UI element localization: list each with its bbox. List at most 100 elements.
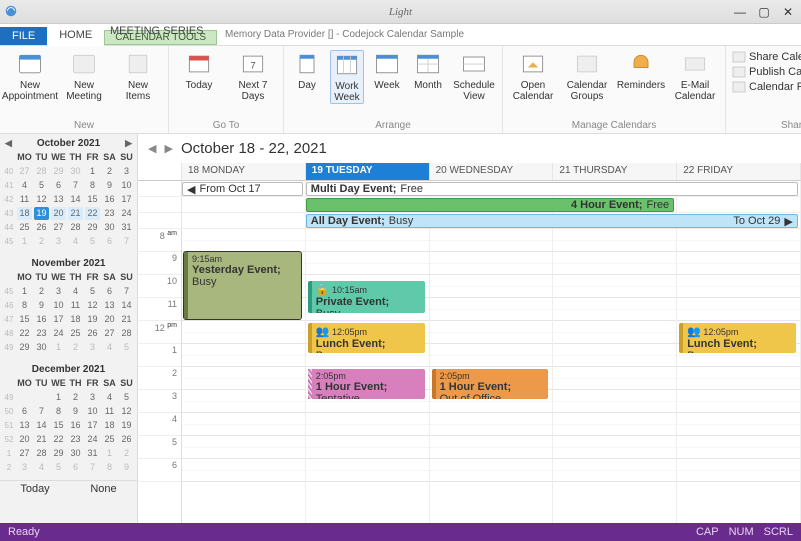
mini-day[interactable]: 1 <box>51 341 66 354</box>
nav-today[interactable]: Today <box>20 483 49 495</box>
mini-day[interactable]: 22 <box>17 327 32 340</box>
mini-day[interactable]: 25 <box>102 433 117 446</box>
calendar-event[interactable]: 👥 12:05pmLunch Event;Busy <box>308 323 425 353</box>
mini-day[interactable]: 30 <box>102 221 117 234</box>
mini-day[interactable]: 14 <box>68 193 83 206</box>
day-header[interactable]: 20 WEDNESDAY <box>430 163 554 181</box>
mini-day[interactable]: 20 <box>102 313 117 326</box>
mini-day[interactable]: 25 <box>68 327 83 340</box>
calendar-event[interactable]: 2:05pm1 Hour Event;Out of Office <box>432 369 549 399</box>
mini-day[interactable]: 4 <box>102 391 117 404</box>
mini-day[interactable]: 27 <box>102 327 117 340</box>
mini-day[interactable]: 2 <box>68 391 83 404</box>
mini-day[interactable]: 20 <box>51 207 66 220</box>
mini-next[interactable]: ▶ <box>125 138 132 149</box>
mini-day[interactable]: 23 <box>102 207 117 220</box>
email-calendar-button[interactable]: E-MailCalendar <box>671 50 719 102</box>
maximize-button[interactable]: ▢ <box>757 5 771 19</box>
mini-day[interactable]: 7 <box>119 285 134 298</box>
mini-day[interactable]: 21 <box>119 313 134 326</box>
mini-day[interactable]: 4 <box>102 341 117 354</box>
mini-day[interactable]: 11 <box>17 193 32 206</box>
mini-day[interactable]: 22 <box>85 207 100 220</box>
mini-day[interactable]: 18 <box>68 313 83 326</box>
mini-day[interactable]: 7 <box>34 405 49 418</box>
mini-day[interactable]: 12 <box>119 405 134 418</box>
mini-day[interactable]: 29 <box>51 165 66 178</box>
mini-day[interactable]: 15 <box>51 419 66 432</box>
mini-day[interactable]: 15 <box>85 193 100 206</box>
mini-day[interactable]: 1 <box>51 391 66 404</box>
mini-day[interactable]: 28 <box>68 221 83 234</box>
mini-day[interactable]: 22 <box>51 433 66 446</box>
mini-day[interactable]: 31 <box>85 447 100 460</box>
mini-day[interactable]: 8 <box>102 461 117 474</box>
mini-day[interactable]: 19 <box>34 207 49 220</box>
mini-day[interactable]: 8 <box>85 179 100 192</box>
mini-day[interactable]: 30 <box>34 341 49 354</box>
mini-day[interactable] <box>17 391 32 404</box>
mini-day[interactable]: 10 <box>119 179 134 192</box>
mini-day[interactable]: 4 <box>68 235 83 248</box>
today-button[interactable]: Today <box>175 50 223 91</box>
mini-day[interactable]: 19 <box>85 313 100 326</box>
mini-day[interactable]: 3 <box>51 285 66 298</box>
mini-day[interactable]: 21 <box>68 207 83 220</box>
mini-day[interactable]: 26 <box>34 221 49 234</box>
prev-range-button[interactable]: ◀ <box>148 142 156 155</box>
tab-meeting-series[interactable]: MEETING SERIES <box>98 22 216 40</box>
mini-day[interactable]: 6 <box>51 179 66 192</box>
mini-day[interactable]: 11 <box>102 405 117 418</box>
mini-day[interactable]: 14 <box>34 419 49 432</box>
mini-day[interactable]: 17 <box>85 419 100 432</box>
mini-day[interactable]: 27 <box>17 447 32 460</box>
mini-day[interactable]: 8 <box>51 405 66 418</box>
month-view-button[interactable]: Month <box>410 50 446 91</box>
calendar-event[interactable]: 👥 12:05pmLunch Event;Busy <box>679 323 796 353</box>
mini-day[interactable]: 24 <box>119 207 134 220</box>
mini-day[interactable]: 23 <box>68 433 83 446</box>
mini-day[interactable]: 9 <box>34 299 49 312</box>
open-calendar-button[interactable]: OpenCalendar <box>509 50 557 102</box>
day-header[interactable]: 22 FRIDAY <box>677 163 801 181</box>
allday-event[interactable]: ◀From Oct 17 <box>182 182 303 196</box>
calendar-event[interactable]: 2:05pm1 Hour Event;Tentative <box>308 369 425 399</box>
mini-day[interactable]: 5 <box>51 461 66 474</box>
mini-day[interactable]: 26 <box>119 433 134 446</box>
day-column[interactable]: 🔒 10:15amPrivate Event;Busy 👥 12:05pmLunc… <box>306 229 430 523</box>
mini-day[interactable]: 12 <box>85 299 100 312</box>
day-column[interactable]: 2:05pm1 Hour Event;Out of Office <box>430 229 554 523</box>
mini-day[interactable]: 1 <box>102 447 117 460</box>
mini-day[interactable]: 18 <box>102 419 117 432</box>
mini-day[interactable]: 9 <box>102 179 117 192</box>
mini-day[interactable]: 5 <box>85 285 100 298</box>
mini-day[interactable]: 7 <box>85 461 100 474</box>
mini-day[interactable]: 28 <box>34 165 49 178</box>
mini-day[interactable]: 6 <box>102 235 117 248</box>
mini-day[interactable]: 8 <box>17 299 32 312</box>
mini-day[interactable]: 1 <box>85 165 100 178</box>
publish-calendar-button[interactable]: Publish Calendar... <box>732 65 801 79</box>
mini-day[interactable]: 17 <box>51 313 66 326</box>
reminders-button[interactable]: Reminders <box>617 50 665 91</box>
mini-day[interactable]: 14 <box>119 299 134 312</box>
mini-calendar[interactable]: October 2021◀▶MOTUWETHFRSASU402728293012… <box>0 134 137 254</box>
mini-day[interactable]: 6 <box>68 461 83 474</box>
mini-day[interactable] <box>34 391 49 404</box>
new-items-button[interactable]: NewItems <box>114 50 162 102</box>
mini-day[interactable]: 1 <box>17 235 32 248</box>
mini-day[interactable]: 11 <box>68 299 83 312</box>
next-range-button[interactable]: ▶ <box>164 142 172 155</box>
mini-day[interactable]: 10 <box>85 405 100 418</box>
mini-day[interactable]: 2 <box>34 285 49 298</box>
mini-day[interactable]: 28 <box>119 327 134 340</box>
mini-day[interactable]: 12 <box>34 193 49 206</box>
mini-calendar[interactable]: December 2021MOTUWETHFRSASU4912345506789… <box>0 360 137 480</box>
mini-day[interactable]: 16 <box>102 193 117 206</box>
mini-calendar[interactable]: November 2021MOTUWETHFRSASU4512345674689… <box>0 254 137 360</box>
calendar-event[interactable]: 🔒 10:15amPrivate Event;Busy <box>308 281 425 314</box>
mini-day[interactable]: 3 <box>85 391 100 404</box>
mini-day[interactable]: 21 <box>34 433 49 446</box>
mini-day[interactable]: 20 <box>17 433 32 446</box>
mini-day[interactable]: 4 <box>68 285 83 298</box>
